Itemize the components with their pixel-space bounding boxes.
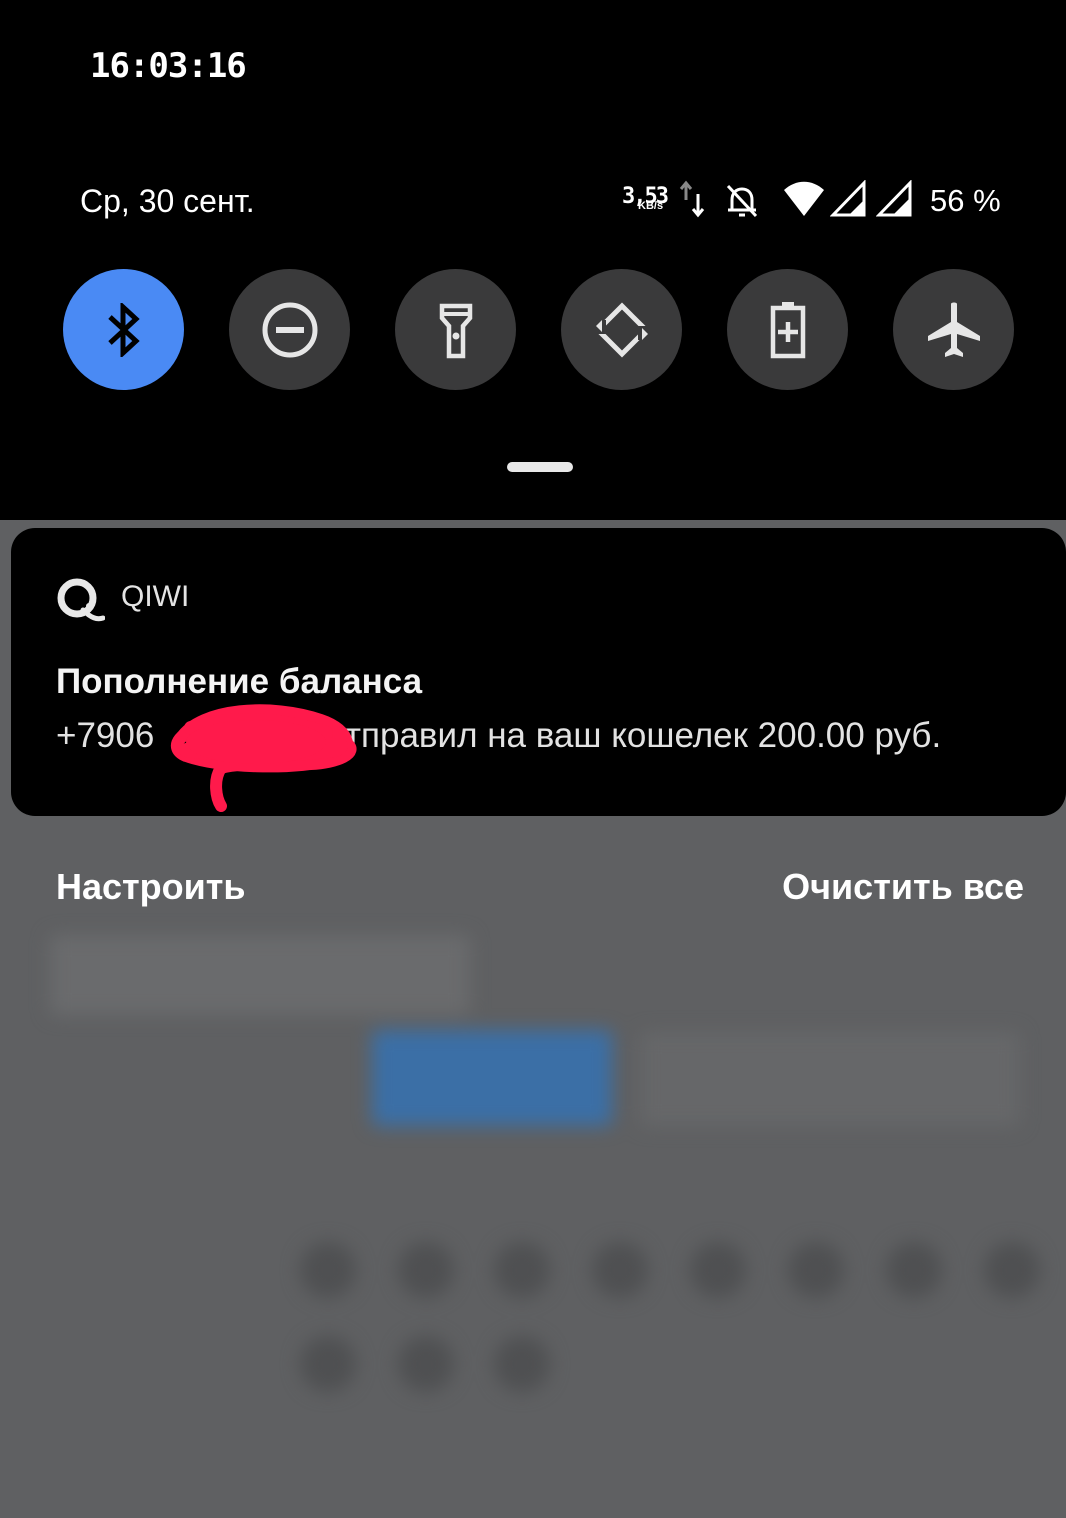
notification-body-text: отправил на ваш кошелек 200.00 руб.	[326, 716, 942, 755]
background-secondary-button	[640, 1032, 1020, 1126]
background-share-icon	[300, 1336, 356, 1392]
background-input	[50, 935, 470, 1015]
background-share-icon	[398, 1242, 454, 1298]
background-share-icon	[592, 1242, 648, 1298]
background-share-icon	[886, 1242, 942, 1298]
manage-notifications-button[interactable]: Настроить	[56, 866, 246, 908]
qiwi-logo-icon	[57, 578, 105, 622]
notification-app-name: QIWI	[121, 580, 190, 613]
background-share-icon	[690, 1242, 746, 1298]
battery-percent: 56 %	[930, 183, 1001, 218]
battery-plus-icon	[770, 301, 805, 358]
tile-battery-saver[interactable]	[727, 269, 848, 390]
date-label[interactable]: Ср, 30 сент.	[80, 183, 255, 220]
background-share-icon	[494, 1242, 550, 1298]
notification-card[interactable]: QIWI Пополнение баланса +7906 отправил на…	[11, 528, 1066, 816]
cell-signal-icon	[876, 180, 912, 217]
tile-airplane-mode[interactable]	[893, 269, 1014, 390]
status-icons: 3,53 KB/s 56 %	[618, 176, 1038, 226]
cell-signal-icon	[830, 180, 866, 217]
tile-do-not-disturb[interactable]	[229, 269, 350, 390]
flashlight-icon	[439, 303, 472, 358]
bell-off-icon	[726, 184, 758, 218]
background-share-icon	[494, 1336, 550, 1392]
net-speed-unit: KB/s	[638, 200, 664, 212]
background-share-icon	[788, 1242, 844, 1298]
tile-flashlight[interactable]	[395, 269, 516, 390]
notification-title: Пополнение баланса	[56, 662, 423, 701]
background-share-icon	[300, 1242, 356, 1298]
minus-circle-icon	[262, 302, 317, 357]
redaction-scribble	[171, 704, 357, 812]
background-primary-button	[372, 1030, 612, 1126]
notification-body-phone: +7906	[56, 716, 155, 755]
airplane-icon	[927, 302, 980, 357]
tile-bluetooth[interactable]	[63, 269, 184, 390]
tile-auto-rotate[interactable]	[561, 269, 682, 390]
status-clock: 16:03:16	[90, 46, 247, 86]
background-share-icon	[984, 1242, 1040, 1298]
wifi-icon	[784, 181, 824, 216]
clear-all-button[interactable]: Очистить все	[782, 866, 1024, 908]
background-share-icon	[398, 1336, 454, 1392]
panel-drag-handle[interactable]	[507, 462, 573, 472]
bluetooth-icon	[107, 302, 140, 357]
data-activity-icon	[679, 180, 705, 218]
rotate-icon	[591, 301, 652, 358]
